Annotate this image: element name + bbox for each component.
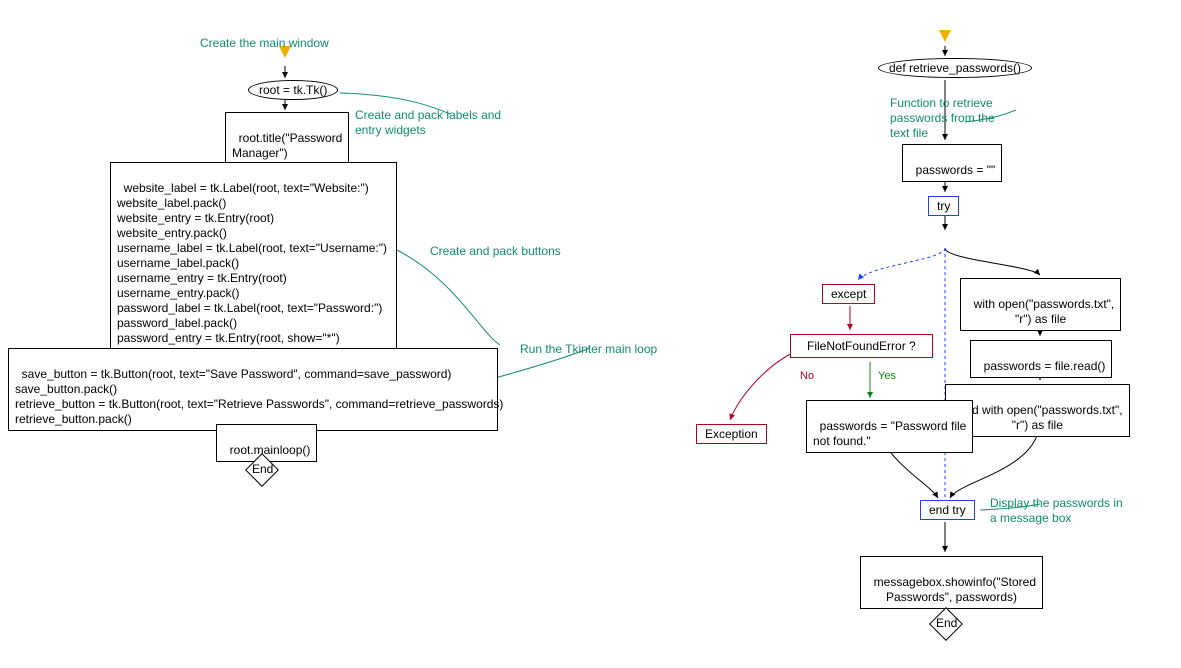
node-text: try	[937, 199, 950, 213]
node-text: website_label = tk.Label(root, text="Web…	[117, 181, 387, 360]
node-root-title: root.title("Password Manager")	[225, 112, 349, 165]
node-text: FileNotFoundError ?	[807, 339, 916, 353]
node-text: def retrieve_passwords()	[889, 61, 1021, 75]
node-with-open: with open("passwords.txt", "r") as file	[960, 278, 1121, 331]
node-text: end try	[929, 503, 966, 517]
comment-run-mainloop: Run the Tkinter main loop	[520, 342, 657, 357]
node-text: root.mainloop()	[230, 443, 311, 457]
node-showinfo: messagebox.showinfo("Stored Passwords", …	[860, 556, 1043, 609]
comment-create-buttons: Create and pack buttons	[430, 244, 561, 259]
node-def: def retrieve_passwords()	[878, 58, 1032, 78]
edge-label-yes: Yes	[878, 370, 896, 382]
comment-display-msg: Display the passwords in a message box	[990, 496, 1123, 526]
node-end-try: end try	[920, 500, 975, 520]
node-text: save_button = tk.Button(root, text="Save…	[15, 367, 503, 426]
node-text: messagebox.showinfo("Stored Passwords", …	[874, 575, 1036, 604]
flowchart-canvas: Create the main window root = tk.Tk() ro…	[0, 0, 1181, 668]
node-decision: FileNotFoundError ?	[790, 334, 933, 358]
node-mainloop: root.mainloop()	[216, 424, 317, 462]
node-root-tk: root = tk.Tk()	[248, 80, 338, 100]
node-buttons: save_button = tk.Button(root, text="Save…	[8, 348, 498, 431]
node-not-found: passwords = "Password file not found."	[806, 400, 973, 453]
node-text: Exception	[705, 427, 758, 441]
node-init: passwords = ""	[902, 144, 1002, 182]
node-text: root = tk.Tk()	[259, 83, 327, 97]
end-label: End	[936, 616, 957, 630]
start-arrow-icon	[939, 30, 951, 42]
node-exception: Exception	[696, 424, 767, 444]
node-text: passwords = file.read()	[984, 359, 1106, 373]
node-text: with open("passwords.txt", "r") as file	[974, 297, 1115, 326]
node-read: passwords = file.read()	[970, 340, 1112, 378]
comment-create-widgets: Create and pack labels and entry widgets	[355, 108, 501, 138]
end-label: End	[252, 462, 273, 476]
comment-create-window: Create the main window	[200, 36, 329, 51]
edge-label-no: No	[800, 370, 814, 382]
node-text: end with open("passwords.txt", "r") as f…	[959, 403, 1123, 432]
node-text: root.title("Password Manager")	[232, 131, 342, 160]
node-widgets: website_label = tk.Label(root, text="Web…	[110, 162, 397, 365]
node-text: passwords = ""	[916, 163, 996, 177]
comment-func-desc: Function to retrieve passwords from the …	[890, 96, 995, 141]
node-try: try	[928, 196, 959, 216]
node-except: except	[822, 284, 875, 304]
node-text: except	[831, 287, 866, 301]
node-text: passwords = "Password file not found."	[813, 419, 966, 448]
